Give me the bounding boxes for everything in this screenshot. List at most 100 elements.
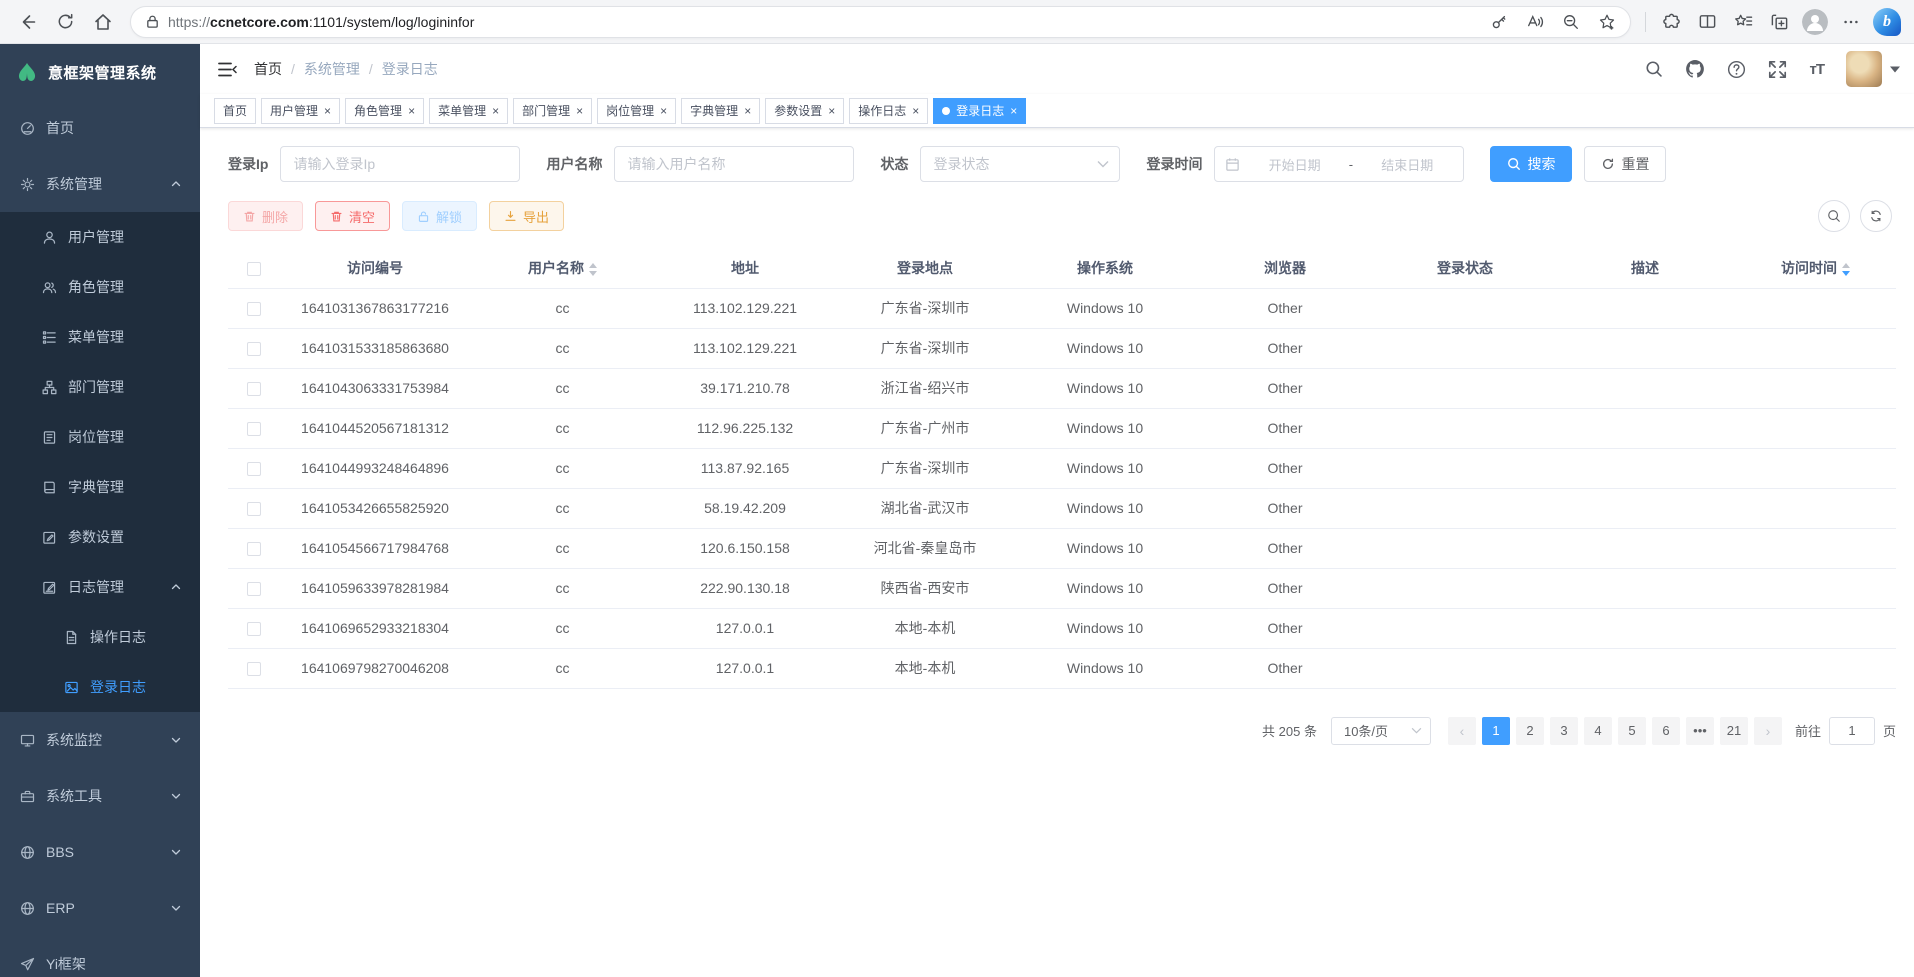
close-icon[interactable]: × bbox=[1010, 105, 1017, 117]
tag-岗位管理[interactable]: 岗位管理× bbox=[597, 98, 676, 124]
zoom-out-icon[interactable] bbox=[1554, 5, 1588, 39]
breadcrumb-item-系统管理[interactable]: 系统管理 bbox=[304, 59, 360, 79]
address-bar[interactable]: https://ccnetcore.com:1101/system/log/lo… bbox=[130, 6, 1631, 38]
github-icon[interactable] bbox=[1685, 59, 1705, 79]
browser-home-icon[interactable] bbox=[86, 5, 120, 39]
sidebar-item-参数设置[interactable]: 参数设置 bbox=[0, 512, 200, 562]
header-search-icon[interactable] bbox=[1645, 60, 1663, 78]
login-ip-input[interactable] bbox=[280, 146, 520, 182]
site-lock-icon[interactable] bbox=[145, 14, 160, 29]
page-size-select[interactable]: 10条/页 bbox=[1331, 717, 1431, 745]
page-button-4[interactable]: 4 bbox=[1584, 717, 1612, 745]
bing-copilot-icon[interactable]: b bbox=[1870, 5, 1904, 39]
fullscreen-icon[interactable] bbox=[1768, 60, 1787, 79]
extensions-icon[interactable] bbox=[1654, 5, 1688, 39]
tag-字典管理[interactable]: 字典管理× bbox=[681, 98, 760, 124]
sidebar-item-操作日志[interactable]: 操作日志 bbox=[0, 612, 200, 662]
page-button-1[interactable]: 1 bbox=[1482, 717, 1510, 745]
unlock-button[interactable]: 解锁 bbox=[402, 201, 477, 231]
tag-操作日志[interactable]: 操作日志× bbox=[849, 98, 928, 124]
close-icon[interactable]: × bbox=[492, 105, 499, 117]
column-header-访问时间[interactable]: 访问时间 bbox=[1735, 248, 1896, 288]
tag-部门管理[interactable]: 部门管理× bbox=[513, 98, 592, 124]
clear-button[interactable]: 清空 bbox=[315, 201, 390, 231]
hamburger-icon[interactable] bbox=[200, 44, 254, 94]
tag-角色管理[interactable]: 角色管理× bbox=[345, 98, 424, 124]
date-range-picker[interactable]: 开始日期 - 结束日期 bbox=[1214, 146, 1464, 182]
more-pages-button[interactable]: ••• bbox=[1686, 717, 1714, 745]
sidebar-item-岗位管理[interactable]: 岗位管理 bbox=[0, 412, 200, 462]
row-checkbox[interactable] bbox=[247, 582, 261, 596]
sidebar-item-系统工具[interactable]: 系统工具 bbox=[0, 768, 200, 824]
refresh-table-button[interactable] bbox=[1860, 200, 1892, 232]
tag-菜单管理[interactable]: 菜单管理× bbox=[429, 98, 508, 124]
sort-carets[interactable] bbox=[1842, 263, 1850, 276]
sidebar-item-角色管理[interactable]: 角色管理 bbox=[0, 262, 200, 312]
row-checkbox[interactable] bbox=[247, 462, 261, 476]
breadcrumb-item-登录日志[interactable]: 登录日志 bbox=[382, 59, 438, 79]
row-checkbox[interactable] bbox=[247, 302, 261, 316]
row-checkbox[interactable] bbox=[247, 502, 261, 516]
browser-refresh-icon[interactable] bbox=[48, 5, 82, 39]
help-icon[interactable] bbox=[1727, 60, 1746, 79]
sidebar-item-登录日志[interactable]: 登录日志 bbox=[0, 662, 200, 712]
browser-back-icon[interactable] bbox=[10, 5, 44, 39]
row-checkbox[interactable] bbox=[247, 342, 261, 356]
select-all-checkbox[interactable] bbox=[247, 262, 261, 276]
profile-avatar-icon[interactable] bbox=[1798, 5, 1832, 39]
close-icon[interactable]: × bbox=[408, 105, 415, 117]
close-icon[interactable]: × bbox=[576, 105, 583, 117]
sidebar-item-首页[interactable]: 首页 bbox=[0, 100, 200, 156]
status-select[interactable]: 登录状态 bbox=[920, 146, 1120, 182]
goto-page-input[interactable] bbox=[1829, 717, 1875, 745]
sidebar-item-菜单管理[interactable]: 菜单管理 bbox=[0, 312, 200, 362]
reset-button[interactable]: 重置 bbox=[1584, 146, 1666, 182]
tag-登录日志[interactable]: 登录日志× bbox=[933, 98, 1026, 124]
user-name-input[interactable] bbox=[614, 146, 854, 182]
close-icon[interactable]: × bbox=[324, 105, 331, 117]
page-button-3[interactable]: 3 bbox=[1550, 717, 1578, 745]
sort-carets[interactable] bbox=[589, 263, 597, 276]
tag-参数设置[interactable]: 参数设置× bbox=[765, 98, 844, 124]
sidebar-item-部门管理[interactable]: 部门管理 bbox=[0, 362, 200, 412]
sidebar-item-Yi框架[interactable]: Yi框架 bbox=[0, 936, 200, 977]
show-search-toggle-button[interactable] bbox=[1818, 200, 1850, 232]
page-button-2[interactable]: 2 bbox=[1516, 717, 1544, 745]
page-button-6[interactable]: 6 bbox=[1652, 717, 1680, 745]
split-screen-icon[interactable] bbox=[1690, 5, 1724, 39]
column-header-用户名称[interactable]: 用户名称 bbox=[470, 248, 655, 288]
font-size-icon[interactable]: тT bbox=[1809, 61, 1824, 78]
user-avatar[interactable] bbox=[1846, 51, 1900, 87]
sidebar-item-系统管理[interactable]: 系统管理 bbox=[0, 156, 200, 212]
close-icon[interactable]: × bbox=[912, 105, 919, 117]
row-checkbox[interactable] bbox=[247, 622, 261, 636]
export-button[interactable]: 导出 bbox=[489, 201, 564, 231]
breadcrumb-item-首页[interactable]: 首页 bbox=[254, 59, 282, 79]
row-checkbox[interactable] bbox=[247, 422, 261, 436]
tag-用户管理[interactable]: 用户管理× bbox=[261, 98, 340, 124]
search-button[interactable]: 搜索 bbox=[1490, 146, 1572, 182]
read-aloud-icon[interactable] bbox=[1518, 5, 1552, 39]
row-checkbox[interactable] bbox=[247, 542, 261, 556]
sidebar-item-系统监控[interactable]: 系统监控 bbox=[0, 712, 200, 768]
close-icon[interactable]: × bbox=[828, 105, 835, 117]
next-page-button[interactable]: › bbox=[1754, 717, 1782, 745]
add-favorite-star-icon[interactable] bbox=[1590, 5, 1624, 39]
password-key-icon[interactable] bbox=[1482, 5, 1516, 39]
tag-首页[interactable]: 首页 bbox=[214, 98, 256, 124]
sidebar-item-字典管理[interactable]: 字典管理 bbox=[0, 462, 200, 512]
page-button-21[interactable]: 21 bbox=[1720, 717, 1748, 745]
row-checkbox[interactable] bbox=[247, 662, 261, 676]
close-icon[interactable]: × bbox=[744, 105, 751, 117]
close-icon[interactable]: × bbox=[660, 105, 667, 117]
sidebar-item-用户管理[interactable]: 用户管理 bbox=[0, 212, 200, 262]
sidebar-item-BBS[interactable]: BBS bbox=[0, 824, 200, 880]
sidebar-item-日志管理[interactable]: 日志管理 bbox=[0, 562, 200, 612]
sidebar-item-ERP[interactable]: ERP bbox=[0, 880, 200, 936]
collections-icon[interactable] bbox=[1762, 5, 1796, 39]
page-button-5[interactable]: 5 bbox=[1618, 717, 1646, 745]
favorites-bar-icon[interactable] bbox=[1726, 5, 1760, 39]
browser-menu-icon[interactable] bbox=[1834, 5, 1868, 39]
row-checkbox[interactable] bbox=[247, 382, 261, 396]
delete-button[interactable]: 删除 bbox=[228, 201, 303, 231]
